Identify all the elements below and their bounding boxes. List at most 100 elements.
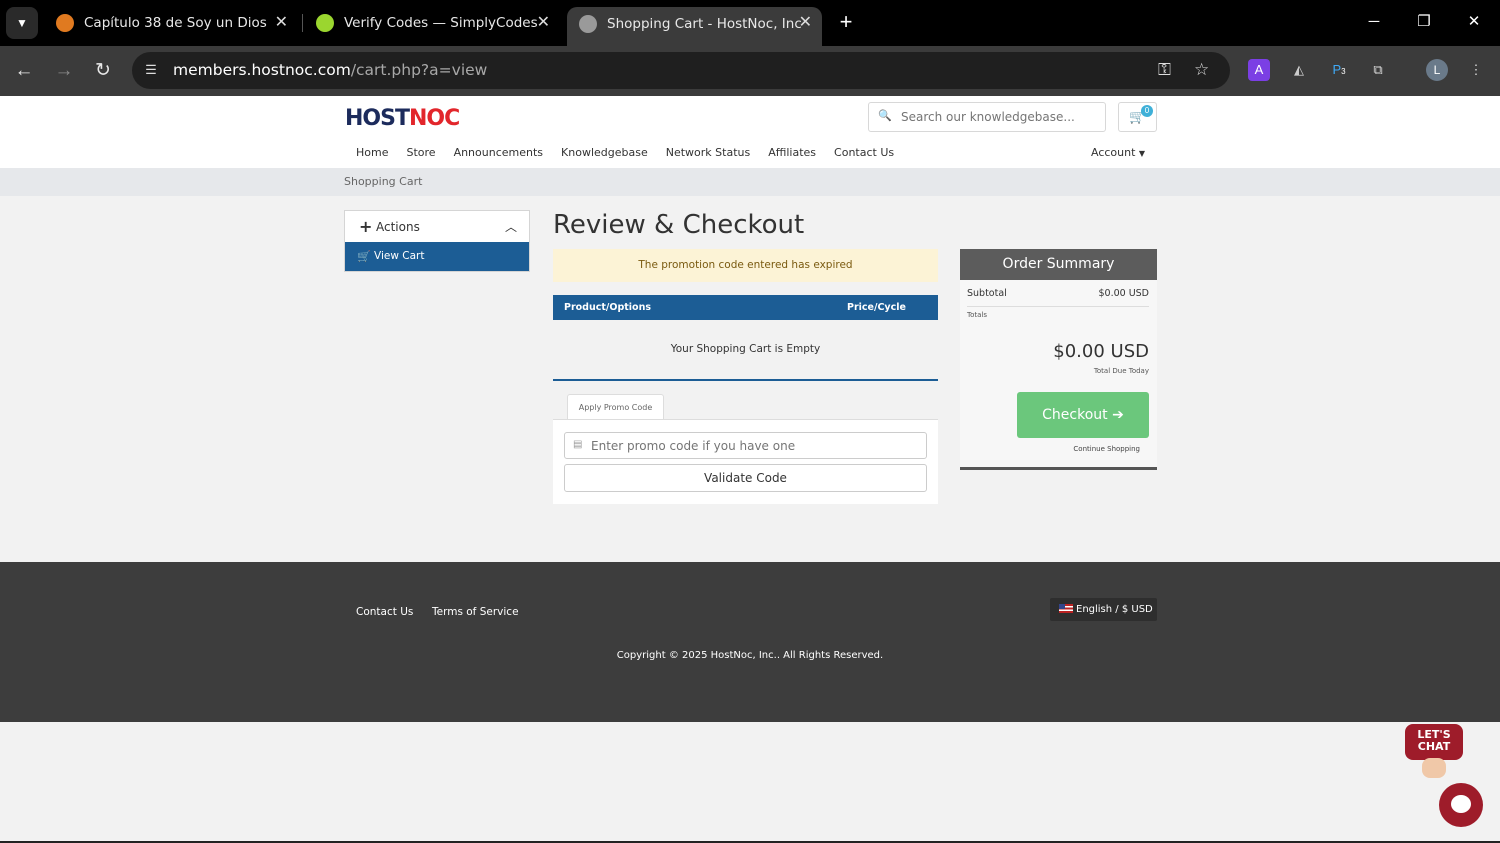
chat-bubble-icon xyxy=(1451,795,1471,813)
tab-simplycodes[interactable]: Verify Codes — SimplyCodes ✕ xyxy=(304,7,560,39)
subtotal-value: $0.00 USD xyxy=(1098,288,1149,299)
footer-contact-us[interactable]: Contact Us xyxy=(356,606,413,618)
order-summary: Order Summary Subtotal $0.00 USD Totals … xyxy=(960,249,1157,470)
page: HOSTNOC 🔍 🛒 0 Home Store Announcements K… xyxy=(0,96,1500,843)
url-host: members.hostnoc.com xyxy=(173,61,351,79)
restore-button[interactable]: ❐ xyxy=(1409,8,1439,36)
sidebar-item-view-cart[interactable]: 🛒 View Cart xyxy=(345,242,529,271)
footer-terms[interactable]: Terms of Service xyxy=(432,606,519,618)
total-due-label: Total Due Today xyxy=(1093,367,1149,375)
extensions-puzzle-icon[interactable]: ⧉ xyxy=(1367,59,1389,81)
knowledgebase-search[interactable]: 🔍 xyxy=(868,102,1106,132)
arrow-right-icon: ➔ xyxy=(1112,407,1124,423)
tab-title: Verify Codes — SimplyCodes xyxy=(344,15,538,31)
browser-menu-icon[interactable]: ⋮ xyxy=(1465,59,1487,81)
logo-part-host: HOST xyxy=(345,106,410,131)
order-summary-title: Order Summary xyxy=(960,249,1157,280)
tab-title: Capítulo 38 de Soy un Dios Mal xyxy=(84,15,268,31)
browser-tabbar: ▼ Capítulo 38 de Soy un Dios Mal ✕ Verif… xyxy=(0,0,1500,46)
url-text[interactable]: members.hostnoc.com/cart.php?a=view xyxy=(173,61,487,79)
tab-search-button[interactable]: ▼ xyxy=(6,7,38,39)
tab-apply-promo[interactable]: Apply Promo Code xyxy=(567,394,664,420)
breadcrumb-bar: Shopping Cart xyxy=(0,168,1500,196)
minimize-button[interactable]: ─ xyxy=(1359,8,1389,36)
cart-icon: 🛒 xyxy=(357,250,371,263)
password-key-icon[interactable]: ⚿ xyxy=(1158,60,1171,80)
nav-knowledgebase[interactable]: Knowledgebase xyxy=(561,146,648,159)
promo-code-input[interactable] xyxy=(591,437,921,455)
new-tab-button[interactable]: + xyxy=(832,8,860,36)
actions-label: Actions xyxy=(376,220,420,234)
site-header: HOSTNOC 🔍 🛒 0 Home Store Announcements K… xyxy=(0,96,1500,168)
close-tab-icon[interactable]: ✕ xyxy=(537,12,550,32)
reload-button[interactable]: ↻ xyxy=(90,58,116,84)
plus-icon: + xyxy=(359,217,373,236)
main-nav: Home Store Announcements Knowledgebase N… xyxy=(356,146,912,159)
promo-section: Apply Promo Code ▤ Validate Code xyxy=(553,394,938,504)
search-icon: 🔍 xyxy=(878,110,892,122)
nav-store[interactable]: Store xyxy=(406,146,435,159)
divider xyxy=(967,306,1149,307)
subtotal-row: Subtotal $0.00 USD xyxy=(967,288,1149,299)
knowledgebase-search-input[interactable] xyxy=(901,107,1097,127)
hostnoc-logo[interactable]: HOSTNOC xyxy=(345,106,460,131)
total-amount: $0.00 USD xyxy=(1053,341,1149,362)
chat-launcher-button[interactable] xyxy=(1439,783,1483,827)
language-label: English / $ USD xyxy=(1076,604,1153,615)
tab-capitulo[interactable]: Capítulo 38 de Soy un Dios Mal ✕ xyxy=(44,7,298,39)
copyright: Copyright © 2025 HostNoc, Inc.. All Righ… xyxy=(616,650,884,661)
close-tab-icon[interactable]: ✕ xyxy=(275,12,288,32)
close-tab-icon[interactable]: ✕ xyxy=(799,12,812,32)
column-price: Price/Cycle xyxy=(847,302,906,313)
us-flag-icon xyxy=(1059,604,1073,613)
page-title: Review & Checkout xyxy=(553,210,805,240)
actions-header[interactable]: + Actions ︿ xyxy=(345,211,529,242)
account-label: Account xyxy=(1091,146,1136,159)
tab-title: Shopping Cart - HostNoc, Inc. xyxy=(607,15,803,32)
extension-badge: 3 xyxy=(1341,67,1346,76)
nav-affiliates[interactable]: Affiliates xyxy=(768,146,816,159)
promo-panel: ▤ Validate Code xyxy=(553,419,938,504)
logo-part-noc: NOC xyxy=(408,106,460,131)
simplycodes-favicon-icon xyxy=(316,14,334,32)
back-button[interactable]: ← xyxy=(11,58,37,84)
globe-favicon-icon xyxy=(579,14,597,33)
checkout-label: Checkout xyxy=(1042,407,1108,423)
nav-contact-us[interactable]: Contact Us xyxy=(834,146,894,159)
view-cart-label: View Cart xyxy=(374,250,425,262)
nav-announcements[interactable]: Announcements xyxy=(454,146,543,159)
tab-hostnoc-cart[interactable]: Shopping Cart - HostNoc, Inc. ✕ xyxy=(567,7,822,46)
column-product: Product/Options xyxy=(564,302,651,313)
chevron-up-icon[interactable]: ︿ xyxy=(505,218,517,235)
extension-p-icon[interactable]: P3 xyxy=(1328,59,1350,81)
site-info-icon[interactable]: ☰ xyxy=(142,61,160,79)
breadcrumb[interactable]: Shopping Cart xyxy=(344,175,422,188)
site-footer: Contact Us Terms of Service English / $ … xyxy=(0,562,1500,722)
ticket-icon: ▤ xyxy=(573,439,583,450)
nav-home[interactable]: Home xyxy=(356,146,388,159)
profile-avatar[interactable]: L xyxy=(1426,59,1448,81)
extension-bird-icon[interactable]: ◭ xyxy=(1288,59,1310,81)
caret-down-icon: ▼ xyxy=(1138,149,1146,158)
promo-code-field[interactable]: ▤ xyxy=(564,432,927,459)
tab-divider xyxy=(302,14,303,32)
validate-code-button[interactable]: Validate Code xyxy=(564,464,927,492)
cart-count-badge: 0 xyxy=(1141,105,1153,117)
promo-expired-alert: The promotion code entered has expired xyxy=(553,249,938,282)
account-dropdown[interactable]: Account ▼ xyxy=(1091,146,1145,159)
url-path: /cart.php?a=view xyxy=(350,61,488,79)
lets-chat-sign[interactable]: LET'S CHAT xyxy=(1405,724,1463,760)
subtotal-label: Subtotal xyxy=(967,288,1007,299)
continue-shopping-link[interactable]: Continue Shopping xyxy=(1073,445,1140,453)
bookmark-star-icon[interactable]: ☆ xyxy=(1194,60,1209,80)
language-currency-selector[interactable]: English / $ USD xyxy=(1050,598,1157,621)
cart-table-header: Product/Options Price/Cycle xyxy=(553,295,938,320)
extension-a-icon[interactable]: A xyxy=(1248,59,1270,81)
checkout-button[interactable]: Checkout ➔ xyxy=(1017,392,1149,438)
address-bar[interactable]: ☰ members.hostnoc.com/cart.php?a=view ⚿ … xyxy=(132,52,1230,89)
actions-panel: + Actions ︿ 🛒 View Cart xyxy=(344,210,530,272)
hand-icon xyxy=(1422,758,1446,778)
close-window-button[interactable]: ✕ xyxy=(1459,8,1489,36)
nav-network-status[interactable]: Network Status xyxy=(666,146,750,159)
forward-button[interactable]: → xyxy=(51,58,77,84)
